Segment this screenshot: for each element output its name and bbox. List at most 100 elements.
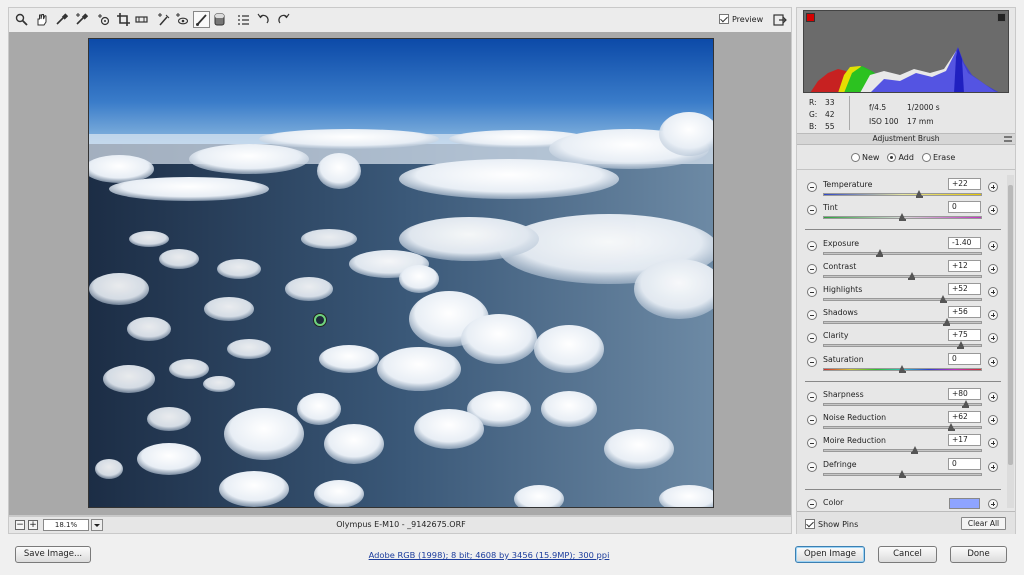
contrast-value-field[interactable]: +12: [948, 260, 981, 272]
rotate-ccw-icon[interactable]: [255, 11, 272, 28]
contrast-slider-track[interactable]: [823, 275, 982, 278]
scrollbar-thumb[interactable]: [1008, 185, 1013, 465]
mode-add-radio[interactable]: Add: [887, 153, 914, 162]
save-image-button[interactable]: Save Image...: [15, 546, 91, 563]
targeted-adjustment-tool-icon[interactable]: [95, 11, 112, 28]
exposure-plus-button[interactable]: [988, 241, 998, 251]
noise-reduction-value-field[interactable]: +62: [948, 411, 981, 423]
sharpness-plus-button[interactable]: [988, 392, 998, 402]
radio-indicator[interactable]: [921, 153, 931, 162]
sharpness-slider-track[interactable]: [823, 403, 982, 406]
highlights-slider-thumb[interactable]: [939, 295, 947, 303]
clarity-slider-thumb[interactable]: [957, 341, 965, 349]
clarity-minus-button[interactable]: [807, 333, 817, 343]
preview-checkbox[interactable]: [719, 14, 729, 24]
full-screen-icon[interactable]: [773, 13, 787, 27]
shadows-value-field[interactable]: +56: [948, 306, 981, 318]
clear-all-button[interactable]: Clear All: [961, 517, 1006, 530]
defringe-slider-thumb[interactable]: [898, 470, 906, 478]
radio-indicator[interactable]: [851, 153, 860, 162]
clarity-value-field[interactable]: +75: [948, 329, 981, 341]
noise-reduction-slider-thumb[interactable]: [947, 423, 955, 431]
highlights-value-field[interactable]: +52: [948, 283, 981, 295]
cancel-button[interactable]: Cancel: [878, 546, 937, 563]
straighten-tool-icon[interactable]: [133, 11, 150, 28]
photo-preview[interactable]: [88, 38, 714, 508]
shadows-slider-track[interactable]: [823, 321, 982, 324]
moire-reduction-plus-button[interactable]: [988, 438, 998, 448]
color-minus-button[interactable]: [807, 499, 817, 509]
white-balance-tool-icon[interactable]: [53, 11, 70, 28]
highlight-clipping-warning-icon[interactable]: [997, 13, 1006, 22]
sharpness-slider-thumb[interactable]: [962, 400, 970, 408]
color-plus-button[interactable]: [988, 499, 998, 509]
show-pins-checkbox[interactable]: [805, 519, 815, 529]
exposure-value-field[interactable]: -1.40: [948, 237, 981, 249]
moire-reduction-slider-thumb[interactable]: [911, 446, 919, 454]
noise-reduction-minus-button[interactable]: [807, 415, 817, 425]
saturation-value-field[interactable]: 0: [948, 353, 981, 365]
noise-reduction-slider-track[interactable]: [823, 426, 982, 429]
red-eye-tool-icon[interactable]: [173, 11, 190, 28]
shadows-minus-button[interactable]: [807, 310, 817, 320]
workflow-options-link[interactable]: Adobe RGB (1998); 8 bit; 4608 by 3456 (1…: [300, 550, 678, 560]
crop-tool-icon[interactable]: [115, 11, 132, 28]
exposure-slider-track[interactable]: [823, 252, 982, 255]
preferences-icon[interactable]: [235, 11, 252, 28]
contrast-slider-thumb[interactable]: [908, 272, 916, 280]
moire-reduction-minus-button[interactable]: [807, 438, 817, 448]
temperature-plus-button[interactable]: [988, 182, 998, 192]
zoom-tool-icon[interactable]: [13, 11, 30, 28]
open-image-button[interactable]: Open Image: [795, 546, 865, 563]
moire-reduction-value-field[interactable]: +17: [948, 434, 981, 446]
temperature-slider-thumb[interactable]: [915, 190, 923, 198]
spot-removal-tool-icon[interactable]: [155, 11, 172, 28]
saturation-minus-button[interactable]: [807, 357, 817, 367]
shadow-clipping-warning-icon[interactable]: [806, 13, 815, 22]
shadows-slider-thumb[interactable]: [943, 318, 951, 326]
sharpness-value-field[interactable]: +80: [948, 388, 981, 400]
color-sampler-tool-icon[interactable]: [73, 11, 90, 28]
radio-indicator[interactable]: [887, 153, 897, 162]
preview-toggle[interactable]: Preview: [719, 14, 763, 24]
adjustment-brush-tool-icon[interactable]: [193, 11, 210, 28]
temperature-slider-track[interactable]: [823, 193, 982, 196]
saturation-slider-thumb[interactable]: [898, 365, 906, 373]
temperature-value-field[interactable]: +22: [948, 178, 981, 190]
temperature-minus-button[interactable]: [807, 182, 817, 192]
defringe-minus-button[interactable]: [807, 462, 817, 472]
tint-slider-thumb[interactable]: [898, 213, 906, 221]
clarity-plus-button[interactable]: [988, 333, 998, 343]
show-pins-toggle[interactable]: Show Pins: [805, 519, 858, 529]
mode-label: Add: [898, 153, 914, 162]
tint-value-field[interactable]: 0: [948, 201, 981, 213]
exposure-minus-button[interactable]: [807, 241, 817, 251]
hand-tool-icon[interactable]: [33, 11, 50, 28]
done-button[interactable]: Done: [950, 546, 1007, 563]
highlights-minus-button[interactable]: [807, 287, 817, 297]
graduated-filter-tool-icon[interactable]: [211, 11, 228, 28]
tint-minus-button[interactable]: [807, 205, 817, 215]
tint-plus-button[interactable]: [988, 205, 998, 215]
panel-scrollbar[interactable]: [1007, 175, 1014, 508]
exposure-slider-thumb[interactable]: [876, 249, 884, 257]
rotate-cw-icon[interactable]: [275, 11, 292, 28]
saturation-slider-row: Saturation 0: [797, 352, 1007, 375]
adjustment-pin[interactable]: [314, 314, 326, 326]
noise-reduction-plus-button[interactable]: [988, 415, 998, 425]
contrast-minus-button[interactable]: [807, 264, 817, 274]
panel-menu-icon[interactable]: [1004, 136, 1012, 142]
sharpness-minus-button[interactable]: [807, 392, 817, 402]
saturation-plus-button[interactable]: [988, 357, 998, 367]
defringe-plus-button[interactable]: [988, 462, 998, 472]
highlights-slider-track[interactable]: [823, 298, 982, 301]
image-canvas[interactable]: [8, 32, 792, 516]
color-swatch[interactable]: [949, 498, 980, 509]
highlights-plus-button[interactable]: [988, 287, 998, 297]
defringe-value-field[interactable]: 0: [948, 458, 981, 470]
mode-new-radio[interactable]: New: [851, 153, 879, 162]
mode-erase-radio[interactable]: Erase: [921, 153, 955, 162]
contrast-plus-button[interactable]: [988, 264, 998, 274]
shadows-plus-button[interactable]: [988, 310, 998, 320]
moire-reduction-slider-track[interactable]: [823, 449, 982, 452]
